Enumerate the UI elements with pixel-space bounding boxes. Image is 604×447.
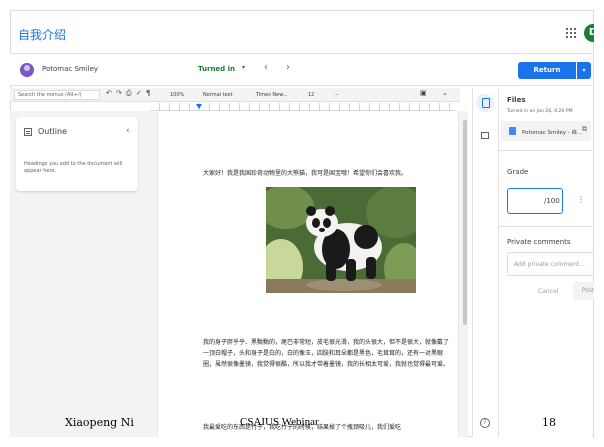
outline-note: Headings you add to the document will ap… bbox=[24, 161, 123, 174]
grade-label: Grade bbox=[507, 168, 529, 176]
file-name[interactable]: Potomac Smiley - 自... bbox=[522, 128, 582, 136]
files-panel-icon[interactable] bbox=[476, 94, 494, 112]
style-select[interactable]: Normal text bbox=[203, 91, 233, 99]
more-toolbar-icon[interactable]: ··· bbox=[334, 91, 339, 99]
turned-in-status[interactable]: Turned in bbox=[198, 65, 235, 73]
ruler[interactable] bbox=[150, 103, 455, 111]
top-bar bbox=[10, 10, 592, 54]
panda-picture bbox=[266, 187, 416, 293]
docs-file-icon bbox=[509, 127, 516, 135]
panel-divider bbox=[498, 150, 592, 151]
comment-panel-icon[interactable] bbox=[481, 132, 489, 139]
previous-student-icon[interactable]: ‹ bbox=[264, 62, 268, 73]
help-icon[interactable]: ? bbox=[480, 418, 490, 428]
files-title: Files bbox=[507, 96, 526, 104]
paragraph-intro: 大家好！我是我国珍奇动物里的大熊猫，我可是国宝哦！希望你们会喜欢我。 bbox=[203, 170, 408, 177]
outline-card: Outline ‹ Headings you add to the docume… bbox=[16, 117, 138, 191]
next-student-icon[interactable]: › bbox=[286, 62, 290, 73]
docs-toolbar: Search the menus (Alt+/) ↶ ↷ ⎙ ✓ ¶ 100% … bbox=[10, 88, 460, 102]
grade-denominator: /100 bbox=[544, 197, 560, 205]
assignment-title: 自我介绍 bbox=[18, 28, 67, 42]
return-button[interactable]: Return bbox=[518, 62, 576, 79]
paragraph-appearance: 我的身子胖乎乎、黑黝黝的，尾巴非常短，皮毛很光滑，我的头很大，但不是很大，就像戴… bbox=[203, 339, 450, 368]
font-size-select[interactable]: 12 bbox=[308, 91, 314, 99]
document-page[interactable]: 大家好！我是我国珍奇动物里的大熊猫，我可是国宝哦！希望你们会喜欢我。 我的身子胖… bbox=[158, 111, 458, 437]
post-button[interactable]: Post bbox=[573, 282, 594, 300]
indent-marker[interactable] bbox=[196, 104, 202, 109]
redo-icon[interactable]: ↷ bbox=[116, 89, 122, 97]
private-comment-placeholder: Add private comment... bbox=[514, 261, 585, 268]
undo-icon[interactable]: ↶ bbox=[106, 89, 112, 97]
private-comments-label: Private comments bbox=[507, 238, 571, 246]
collapse-toolbar-icon[interactable]: ⌄ bbox=[442, 89, 448, 97]
outline-area: Outline ‹ Headings you add to the docume… bbox=[10, 111, 148, 437]
footer-presenter: Xiaopeng Ni bbox=[65, 416, 134, 429]
font-select[interactable]: Times New... bbox=[256, 91, 288, 99]
scrollbar-thumb[interactable] bbox=[463, 120, 467, 325]
print-icon[interactable]: ⎙ bbox=[126, 89, 132, 97]
student-avatar bbox=[20, 63, 34, 77]
menu-search-input[interactable]: Search the menus (Alt+/) bbox=[14, 90, 100, 100]
paint-format-icon[interactable]: ¶ bbox=[146, 89, 150, 97]
outline-title: Outline bbox=[38, 127, 67, 136]
side-icon-strip bbox=[472, 88, 498, 437]
close-outline-icon[interactable]: ‹ bbox=[126, 126, 130, 136]
grade-more-icon[interactable]: ⋮ bbox=[577, 195, 585, 204]
apps-grid-icon[interactable] bbox=[566, 28, 576, 38]
window-content: 自我介绍 D Potomac Smiley Turned in ▾ ‹ › Re… bbox=[10, 10, 594, 437]
footer-slide-number: 18 bbox=[542, 416, 556, 429]
panda-image[interactable] bbox=[266, 187, 416, 293]
image-insert-icon[interactable]: ▣ bbox=[420, 89, 427, 97]
turned-in-timestamp: Turned in on Jan 26, 4:20 PM bbox=[507, 109, 573, 114]
footer-event: CSAIUS Webinar bbox=[240, 416, 319, 428]
return-options-icon[interactable]: ▾ bbox=[577, 62, 591, 79]
spellcheck-icon[interactable]: ✓ bbox=[136, 89, 142, 97]
outline-icon bbox=[24, 128, 32, 136]
zoom-select[interactable]: 100% bbox=[170, 91, 184, 99]
panel-divider bbox=[498, 226, 592, 227]
cancel-button[interactable]: Cancel bbox=[538, 288, 558, 295]
status-dropdown-icon[interactable]: ▾ bbox=[242, 64, 245, 71]
open-in-new-icon[interactable]: ⧉ bbox=[582, 125, 587, 134]
student-name[interactable]: Potomac Smiley bbox=[42, 65, 98, 73]
